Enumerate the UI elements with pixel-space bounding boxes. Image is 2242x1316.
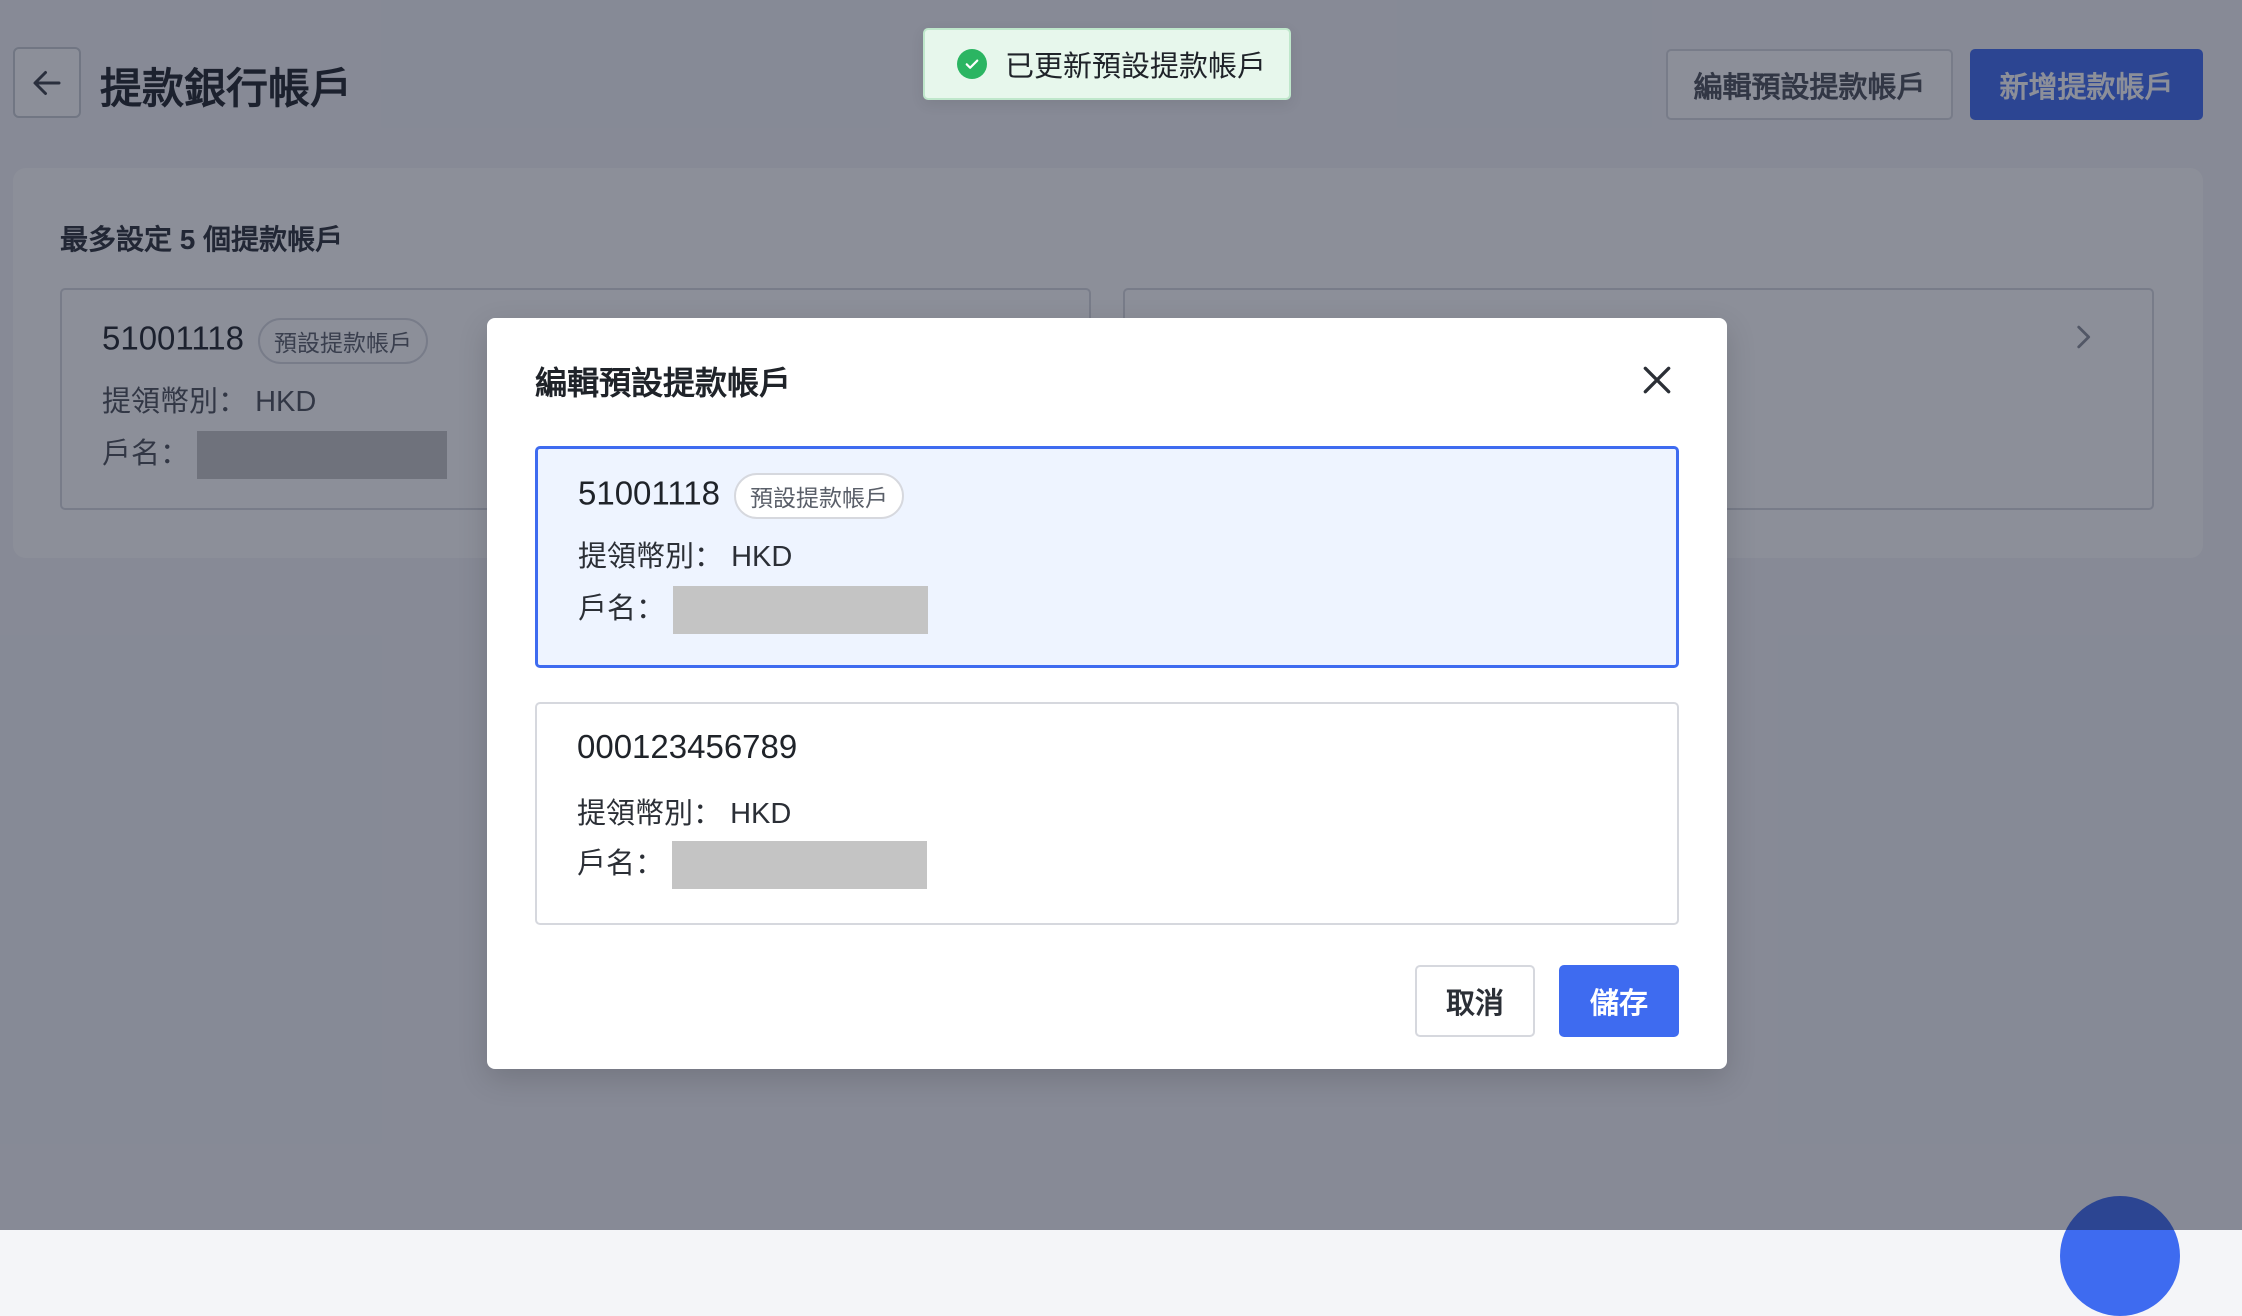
account-name-label: 戶名： xyxy=(578,593,666,625)
account-number: 51001118 xyxy=(578,474,720,512)
success-toast: 已更新預設提款帳戶 xyxy=(923,28,1291,100)
currency-label: 提領幣別： xyxy=(578,541,724,573)
redacted-account-name xyxy=(673,586,929,635)
toast-message: 已更新預設提款帳戶 xyxy=(1005,51,1267,83)
edit-default-account-dialog: 編輯預設提款帳戶 51001118 預設提款帳戶 提領幣別： HKD 戶名： 00… xyxy=(487,318,1727,1069)
save-button[interactable]: 儲存 xyxy=(1559,965,1679,1037)
redacted-account-name xyxy=(672,841,928,890)
account-option-selected[interactable]: 51001118 預設提款帳戶 提領幣別： HKD 戶名： xyxy=(535,446,1679,668)
account-option[interactable]: 000123456789 提領幣別： HKD 戶名： xyxy=(535,702,1679,925)
close-button[interactable] xyxy=(1637,360,1677,400)
account-name-label: 戶名： xyxy=(577,848,665,880)
cancel-button[interactable]: 取消 xyxy=(1415,965,1535,1037)
default-account-badge: 預設提款帳戶 xyxy=(733,473,904,519)
currency-value: HKD xyxy=(730,798,792,830)
check-circle-icon xyxy=(957,49,987,79)
currency-label: 提領幣別： xyxy=(577,798,723,830)
close-icon xyxy=(1643,366,1671,394)
currency-value: HKD xyxy=(731,541,793,573)
account-number: 000123456789 xyxy=(577,728,798,765)
dialog-title: 編輯預設提款帳戶 xyxy=(535,365,792,401)
